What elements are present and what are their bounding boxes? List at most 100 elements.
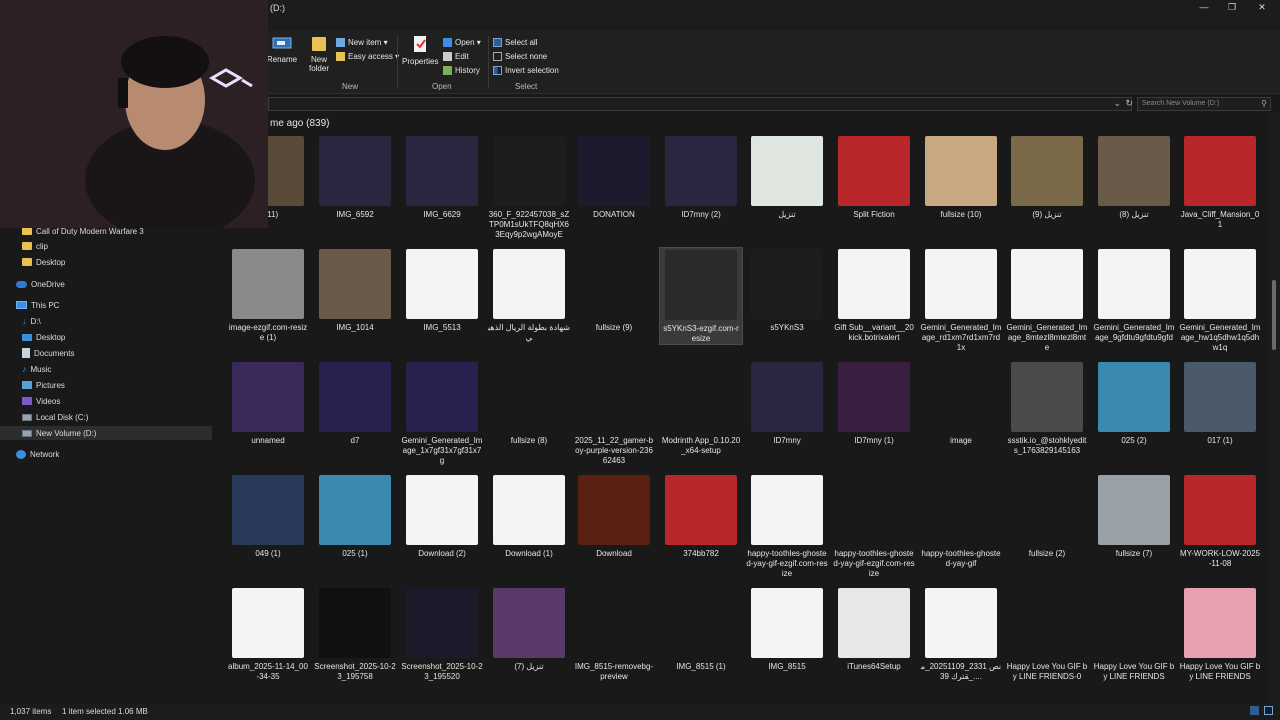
- file-item[interactable]: IMG_6629: [400, 134, 484, 220]
- file-thumbnail: [1011, 475, 1083, 545]
- sidebar-item-local-disk-c[interactable]: Local Disk (C:): [0, 410, 212, 424]
- file-item[interactable]: Download (2): [400, 473, 484, 559]
- select-none-button[interactable]: Select none: [493, 50, 547, 63]
- history-button[interactable]: History: [443, 64, 480, 77]
- rename-button[interactable]: Rename: [264, 34, 300, 64]
- file-item[interactable]: d7: [313, 360, 397, 446]
- file-item[interactable]: Screenshot_2025-10-23_195758: [313, 586, 397, 682]
- details-view-icon[interactable]: [1250, 706, 1259, 715]
- file-item[interactable]: Gift Sub__variant__20kick.botrixalert: [832, 247, 916, 343]
- file-item[interactable]: iTunes64Setup: [832, 586, 916, 672]
- file-item[interactable]: ID7mny: [745, 360, 829, 446]
- sidebar-item-onedrive[interactable]: OneDrive: [0, 277, 212, 291]
- file-item[interactable]: unnamed: [226, 360, 310, 446]
- file-item[interactable]: s5YKnS3-ezgif.com-resize: [659, 247, 743, 345]
- new-folder-button[interactable]: New folder: [301, 34, 337, 73]
- select-all-button[interactable]: Select all: [493, 36, 537, 49]
- file-item[interactable]: تنزيل (7): [487, 586, 571, 672]
- file-item[interactable]: ID7mny (1): [832, 360, 916, 446]
- open-button[interactable]: Open ▾: [443, 36, 481, 49]
- new-item-button[interactable]: New item ▾: [336, 36, 388, 49]
- file-item[interactable]: IMG_1014: [313, 247, 397, 333]
- file-item[interactable]: IMG_5513: [400, 247, 484, 333]
- sidebar-item-d-drive[interactable]: ↓ D:\: [0, 314, 212, 328]
- file-thumbnail: [493, 362, 565, 432]
- file-item[interactable]: fullsize (9): [572, 247, 656, 333]
- sidebar-item-documents[interactable]: Documents: [0, 346, 212, 360]
- file-item[interactable]: happy-toothles-ghosted-yay-gif-ezgif.com…: [832, 473, 916, 579]
- file-item[interactable]: ssstik.io_@stohklyedits_1763829145163: [1005, 360, 1089, 456]
- file-item[interactable]: Gemini_Generated_Image_hw1q5dhw1q5dhw1q: [1178, 247, 1262, 353]
- file-item[interactable]: MY-WORK-LOW-2025-11-08: [1178, 473, 1262, 569]
- file-item[interactable]: Download: [572, 473, 656, 559]
- file-item[interactable]: fullsize (7): [1092, 473, 1176, 559]
- file-item[interactable]: s5YKnS3: [745, 247, 829, 333]
- file-item[interactable]: Happy Love You GIF by LINE FRIENDS-0: [1005, 586, 1089, 682]
- file-thumbnail: [665, 250, 737, 320]
- file-item[interactable]: IMG_8515: [745, 586, 829, 672]
- refresh-icon[interactable]: ↻: [1125, 98, 1133, 109]
- file-item[interactable]: Happy Love You GIF by LINE FRIENDS: [1092, 586, 1176, 682]
- vertical-scrollbar[interactable]: [1268, 112, 1280, 704]
- search-input[interactable]: Search New Volume (D:) ⚲: [1137, 97, 1271, 111]
- file-item[interactable]: 049 (1): [226, 473, 310, 559]
- file-item[interactable]: 017 (1): [1178, 360, 1262, 446]
- sidebar-item-desktop-quick[interactable]: Desktop: [0, 255, 212, 269]
- file-item[interactable]: Split Fiction: [832, 134, 916, 220]
- file-item[interactable]: Gemini_Generated_Image_9gfdtu9gfdtu9gfd: [1092, 247, 1176, 343]
- file-item[interactable]: Gemini_Generated_Image_rd1xm7rd1xm7rd1x: [919, 247, 1003, 353]
- file-item[interactable]: happy-toothles-ghosted-yay-gif: [919, 473, 1003, 569]
- sidebar-item-music[interactable]: ♪ Music: [0, 362, 212, 376]
- file-item[interactable]: 025 (2): [1092, 360, 1176, 446]
- sidebar-item-network[interactable]: Network: [0, 447, 212, 461]
- file-item[interactable]: Gemini_Generated_Image_8mtezl8mtezl8mte: [1005, 247, 1089, 353]
- file-item[interactable]: image: [919, 360, 1003, 446]
- file-thumbnail: [838, 588, 910, 658]
- file-item[interactable]: 374bb782: [659, 473, 743, 559]
- minimize-button[interactable]: —: [1190, 0, 1218, 14]
- file-item[interactable]: 025 (1): [313, 473, 397, 559]
- file-item[interactable]: Modrinth App_0.10.20_x64-setup: [659, 360, 743, 456]
- easy-access-button[interactable]: Easy access ▾: [336, 50, 399, 63]
- file-item[interactable]: Screenshot_2025-10-23_195520: [400, 586, 484, 682]
- file-item[interactable]: 360_F_922457038_sZTP0M1sUkTFQ8qHX63Eqy9p…: [487, 134, 571, 240]
- close-button[interactable]: ✕: [1248, 0, 1276, 14]
- file-item[interactable]: ID7mny (2): [659, 134, 743, 220]
- large-icons-view-icon[interactable]: [1264, 706, 1273, 715]
- file-item[interactable]: fullsize (10): [919, 134, 1003, 220]
- file-item[interactable]: نص 2331_20251109_مقترك 39_....: [919, 586, 1003, 682]
- file-item[interactable]: fullsize (2): [1005, 473, 1089, 559]
- file-item[interactable]: Gemini_Generated_Image_1x7gf31x7gf31x7g: [400, 360, 484, 466]
- file-item[interactable]: image-ezgif.com-resize (1): [226, 247, 310, 343]
- file-item[interactable]: happy-toothles-ghosted-yay-gif-ezgif.com…: [745, 473, 829, 579]
- invert-selection-button[interactable]: Invert selection: [493, 64, 559, 77]
- restore-button[interactable]: ❐: [1218, 0, 1246, 14]
- file-item[interactable]: تنزيل (9): [1005, 134, 1089, 220]
- sidebar-item-desktop[interactable]: Desktop: [0, 330, 212, 344]
- file-item[interactable]: 2025_11_22_gamer-boy-purple-version-2366…: [572, 360, 656, 466]
- sidebar-item-videos[interactable]: Videos: [0, 394, 212, 408]
- sidebar-item-clip[interactable]: clip: [0, 239, 212, 253]
- sidebar-item-pictures[interactable]: Pictures: [0, 378, 212, 392]
- chevron-down-icon[interactable]: ⌄: [1113, 98, 1121, 109]
- scrollbar-thumb[interactable]: [1272, 280, 1276, 350]
- file-item[interactable]: fullsize (8): [487, 360, 571, 446]
- file-item[interactable]: DONATION: [572, 134, 656, 220]
- file-item[interactable]: IMG_8515-removebg-preview: [572, 586, 656, 682]
- edit-button[interactable]: Edit: [443, 50, 469, 63]
- file-item[interactable]: Java_Cliff_Mansion_01: [1178, 134, 1262, 230]
- file-item[interactable]: Download (1): [487, 473, 571, 559]
- file-item[interactable]: IMG_8515 (1): [659, 586, 743, 672]
- sidebar-item-new-volume-d[interactable]: New Volume (D:): [0, 426, 212, 440]
- file-item[interactable]: Happy Love You GIF by LINE FRIENDS: [1178, 586, 1262, 682]
- sidebar-item-label: Network: [30, 449, 60, 459]
- sidebar-item-this-pc[interactable]: This PC: [0, 298, 212, 312]
- file-thumbnail: [751, 136, 823, 206]
- address-bar[interactable]: ⌄ ↻: [268, 97, 1133, 111]
- file-item[interactable]: تنزيل (8): [1092, 134, 1176, 220]
- file-item[interactable]: album_2025-11-14_00-34-35: [226, 586, 310, 682]
- file-item[interactable]: شهادة بطولة الريال الذهبي: [487, 247, 571, 343]
- file-item[interactable]: تنزيل: [745, 134, 829, 220]
- properties-button[interactable]: Properties: [402, 34, 438, 66]
- file-item[interactable]: IMG_6592: [313, 134, 397, 220]
